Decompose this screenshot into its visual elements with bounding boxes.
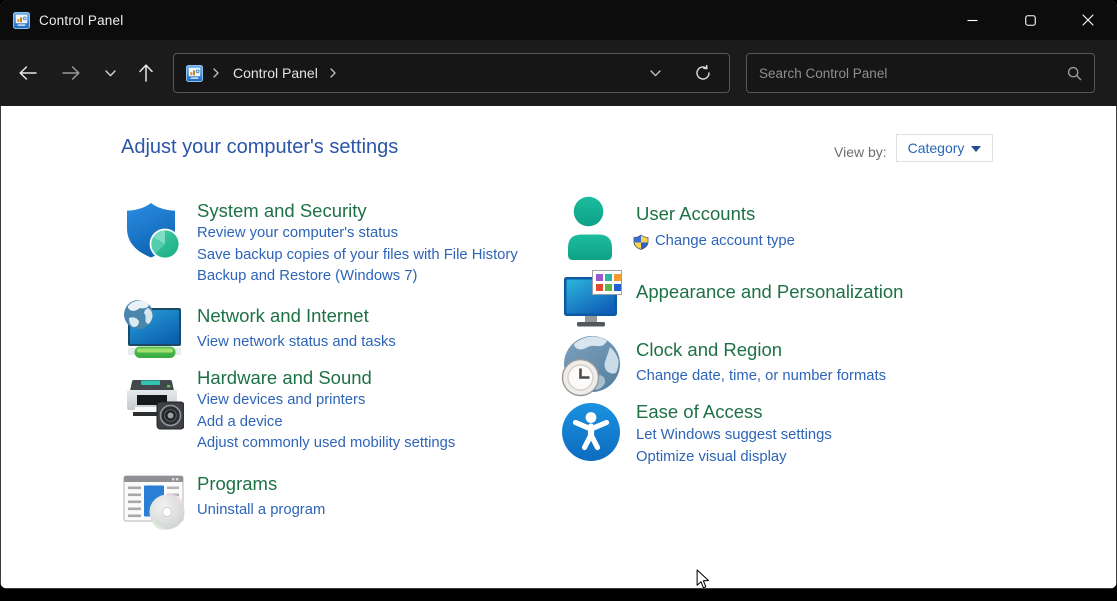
breadcrumb-chevron-icon [213,68,219,78]
category-title-programs[interactable]: Programs [197,472,325,496]
search-button[interactable] [1054,66,1094,81]
task-link-backup-restore[interactable]: Backup and Restore (Windows 7) [197,266,417,288]
category-title-ease-of-access[interactable]: Ease of Access [636,400,832,424]
task-link-mobility-settings[interactable]: Adjust commonly used mobility settings [197,433,455,455]
ease-of-access-icon[interactable] [561,402,621,462]
maximize-icon [1025,15,1036,26]
title-bar: Control Panel [0,0,1117,40]
task-link-uninstall-program[interactable]: Uninstall a program [197,500,325,522]
up-button[interactable] [127,55,165,91]
category-hardware-and-sound: Hardware and Sound View devices and prin… [197,366,455,455]
breadcrumb-chevron-icon[interactable] [330,68,336,78]
category-title-hardware-and-sound[interactable]: Hardware and Sound [197,366,455,390]
address-dropdown-button[interactable] [640,70,670,77]
navigation-toolbar: Control Panel [0,40,1117,106]
breadcrumb-item-control-panel[interactable]: Control Panel [233,65,318,81]
forward-button[interactable] [52,55,90,91]
task-link-change-account-type[interactable]: Change account type [655,231,795,253]
search-box [746,53,1095,93]
category-ease-of-access: Ease of Access Let Windows suggest setti… [636,400,832,468]
network-internet-icon[interactable] [122,299,182,361]
search-input[interactable] [747,66,1054,81]
uac-shield-icon [633,234,649,250]
up-icon [139,64,153,82]
task-link-suggest-settings[interactable]: Let Windows suggest settings [636,425,832,447]
system-security-icon[interactable] [125,202,181,258]
control-panel-window: Control Panel [0,0,1117,589]
category-title-clock-and-region[interactable]: Clock and Region [636,338,886,362]
back-button[interactable] [9,55,47,91]
clock-region-icon[interactable] [560,335,622,397]
view-by-value: Category [908,140,965,156]
back-icon [19,66,37,80]
category-title-system-and-security[interactable]: System and Security [197,199,518,223]
task-link-devices-printers[interactable]: View devices and printers [197,390,365,412]
close-button[interactable] [1059,0,1117,40]
caption-buttons [943,0,1117,40]
category-programs: Programs Uninstall a program [197,472,325,522]
appearance-personalization-icon[interactable] [563,270,623,328]
refresh-button[interactable] [683,65,723,81]
task-link-file-history[interactable]: Save backup copies of your files with Fi… [197,245,518,267]
refresh-icon [695,65,711,81]
dropdown-caret-icon [971,146,981,152]
task-link-change-date-time[interactable]: Change date, time, or number formats [636,366,886,388]
view-by-label: View by: [834,144,887,160]
hardware-sound-icon[interactable] [126,376,184,432]
control-panel-icon [186,65,203,82]
category-title-network-and-internet[interactable]: Network and Internet [197,304,396,328]
task-link-optimize-visual-display[interactable]: Optimize visual display [636,447,787,469]
maximize-button[interactable] [1001,0,1059,40]
category-network-and-internet: Network and Internet View network status… [197,304,396,354]
category-title-appearance-personalization[interactable]: Appearance and Personalization [636,280,903,304]
category-user-accounts: User Accounts Change account type [636,202,795,253]
forward-icon [62,66,80,80]
category-clock-and-region: Clock and Region Change date, time, or n… [636,338,886,388]
minimize-button[interactable] [943,0,1001,40]
task-link-review-computer-status[interactable]: Review your computer's status [197,223,398,245]
address-bar[interactable]: Control Panel [173,53,730,93]
search-icon [1067,66,1082,81]
close-icon [1082,14,1094,26]
minimize-icon [967,15,978,26]
mouse-cursor [696,569,710,590]
page-title: Adjust your computer's settings [121,136,398,159]
control-panel-icon [13,12,30,29]
category-appearance-and-personalization: Appearance and Personalization [636,280,903,304]
content-area: Adjust your computer's settings View by:… [1,106,1116,588]
chevron-down-icon [105,70,116,77]
view-by-dropdown[interactable]: Category [896,134,993,162]
task-link-add-device[interactable]: Add a device [197,412,283,434]
user-accounts-icon[interactable] [567,196,615,262]
recent-locations-button[interactable] [91,55,129,91]
programs-icon[interactable] [123,474,185,532]
category-system-and-security: System and Security Review your computer… [197,199,518,288]
category-title-user-accounts[interactable]: User Accounts [636,202,795,226]
chevron-down-icon [650,70,661,77]
window-title: Control Panel [39,13,123,28]
task-link-network-status[interactable]: View network status and tasks [197,332,396,354]
